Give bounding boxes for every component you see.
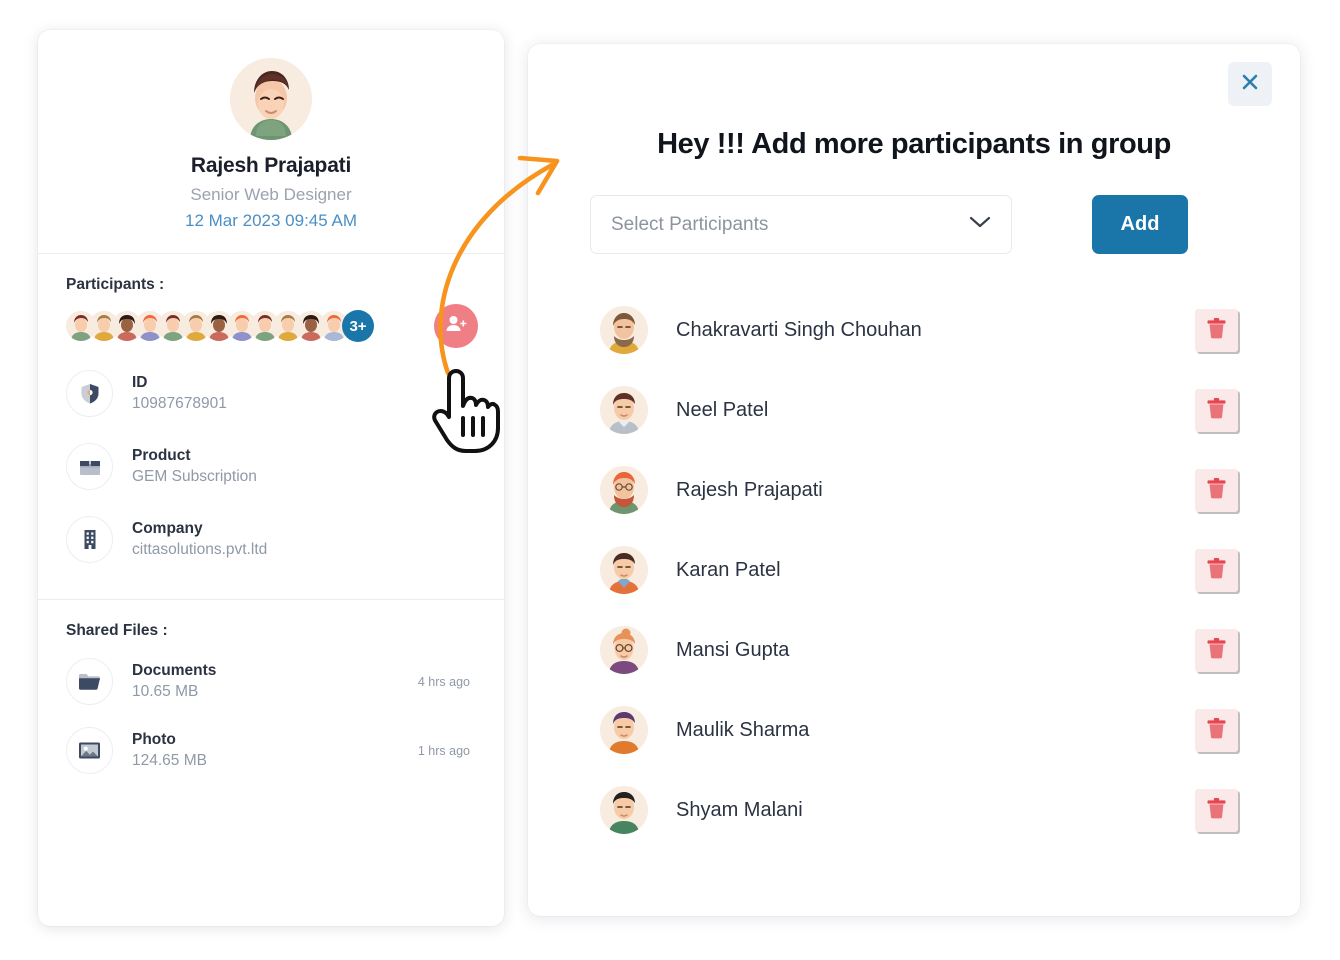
avatar — [600, 386, 648, 434]
delete-participant-button[interactable] — [1195, 308, 1238, 352]
avatar — [600, 706, 648, 754]
profile-role: Senior Web Designer — [190, 185, 352, 204]
avatar — [600, 786, 648, 834]
folder-icon — [66, 658, 113, 705]
avatar — [600, 466, 648, 514]
shared-files-section: Shared Files : Documents 10.65 MB 4 hrs … — [38, 600, 504, 806]
participant-row[interactable]: Karan Patel — [600, 530, 1238, 610]
participants-overflow-badge[interactable]: 3+ — [342, 310, 374, 342]
select-participants-dropdown[interactable]: Select Participants — [590, 195, 1012, 254]
delete-participant-button[interactable] — [1195, 788, 1238, 832]
add-button[interactable]: Add — [1092, 195, 1188, 254]
close-x-icon — [1240, 72, 1260, 97]
trash-icon — [1207, 558, 1226, 582]
avatar — [230, 58, 312, 140]
delete-participant-button[interactable] — [1195, 628, 1238, 672]
participants-section: Participants : 3+ ID 10987678901 Product… — [38, 254, 504, 599]
file-name: Documents — [132, 662, 217, 679]
participant-row[interactable]: Mansi Gupta — [600, 610, 1238, 690]
detail-value: cittasolutions.pvt.ltd — [132, 541, 268, 558]
detail-value: 10987678901 — [132, 395, 227, 412]
profile-datetime: 12 Mar 2023 09:45 AM — [184, 211, 357, 230]
delete-participant-button[interactable] — [1195, 708, 1238, 752]
trash-icon — [1207, 478, 1226, 502]
participant-row[interactable]: Maulik Sharma — [600, 690, 1238, 770]
image-icon — [66, 727, 113, 774]
add-user-icon — [444, 312, 468, 341]
detail-list: ID 10987678901 Product GEM Subscription — [66, 370, 476, 563]
file-row-documents[interactable]: Documents 10.65 MB 4 hrs ago — [66, 658, 476, 705]
file-timestamp: 1 hrs ago — [417, 743, 470, 758]
file-name: Photo — [132, 731, 176, 748]
participant-row[interactable]: Rajesh Prajapati — [600, 450, 1238, 530]
detail-label: ID — [132, 374, 148, 391]
shared-files-label: Shared Files : — [66, 622, 168, 639]
select-participants-value: Select Participants — [611, 213, 769, 235]
add-participants-modal: Hey !!! Add more participants in group S… — [528, 44, 1300, 916]
detail-row-id: ID 10987678901 — [66, 370, 476, 417]
modal-title: Hey !!! Add more participants in group — [657, 128, 1171, 160]
detail-label: Company — [132, 520, 203, 537]
avatar — [600, 306, 648, 354]
trash-icon — [1207, 718, 1226, 742]
shield-icon — [66, 370, 113, 417]
trash-icon — [1207, 638, 1226, 662]
profile-header: Rajesh Prajapati Senior Web Designer 12 … — [38, 30, 504, 253]
delete-participant-button[interactable] — [1195, 388, 1238, 432]
detail-row-company: Company cittasolutions.pvt.ltd — [66, 516, 476, 563]
file-row-photo[interactable]: Photo 124.65 MB 1 hrs ago — [66, 727, 476, 774]
participant-name: Chakravarti Singh Chouhan — [676, 318, 922, 341]
participant-row[interactable]: Neel Patel — [600, 370, 1238, 450]
participant-name: Rajesh Prajapati — [676, 478, 823, 501]
participant-row[interactable]: Chakravarti Singh Chouhan — [600, 290, 1238, 370]
participant-name: Maulik Sharma — [676, 718, 810, 741]
avatar — [600, 546, 648, 594]
trash-icon — [1207, 798, 1226, 822]
participant-avatar-stack[interactable]: 3+ — [66, 304, 478, 348]
profile-card: Rajesh Prajapati Senior Web Designer 12 … — [38, 30, 504, 926]
add-participant-button[interactable] — [434, 304, 478, 348]
trash-icon — [1207, 318, 1226, 342]
detail-value: GEM Subscription — [132, 468, 257, 485]
avatar — [600, 626, 648, 674]
participant-name: Karan Patel — [676, 558, 781, 581]
chevron-down-icon — [969, 215, 991, 234]
participant-name: Mansi Gupta — [676, 638, 790, 661]
detail-row-product: Product GEM Subscription — [66, 443, 476, 490]
participant-name: Shyam Malani — [676, 798, 803, 821]
participant-name: Neel Patel — [676, 398, 769, 421]
trash-icon — [1207, 398, 1226, 422]
file-size: 124.65 MB — [132, 752, 207, 769]
file-list: Documents 10.65 MB 4 hrs ago Photo 124.6… — [66, 658, 476, 774]
detail-label: Product — [132, 447, 191, 464]
participant-row[interactable]: Shyam Malani — [600, 770, 1238, 850]
file-size: 10.65 MB — [132, 683, 199, 700]
package-icon — [66, 443, 113, 490]
building-icon — [66, 516, 113, 563]
file-timestamp: 4 hrs ago — [417, 674, 470, 689]
participant-list: Chakravarti Singh Chouhan Neel Patel Raj… — [528, 254, 1300, 850]
modal-controls: Select Participants Add — [528, 161, 1300, 254]
delete-participant-button[interactable] — [1195, 548, 1238, 592]
delete-participant-button[interactable] — [1195, 468, 1238, 512]
profile-name: Rajesh Prajapati — [190, 154, 352, 177]
participants-label: Participants : — [66, 276, 165, 293]
close-button[interactable] — [1228, 62, 1272, 106]
